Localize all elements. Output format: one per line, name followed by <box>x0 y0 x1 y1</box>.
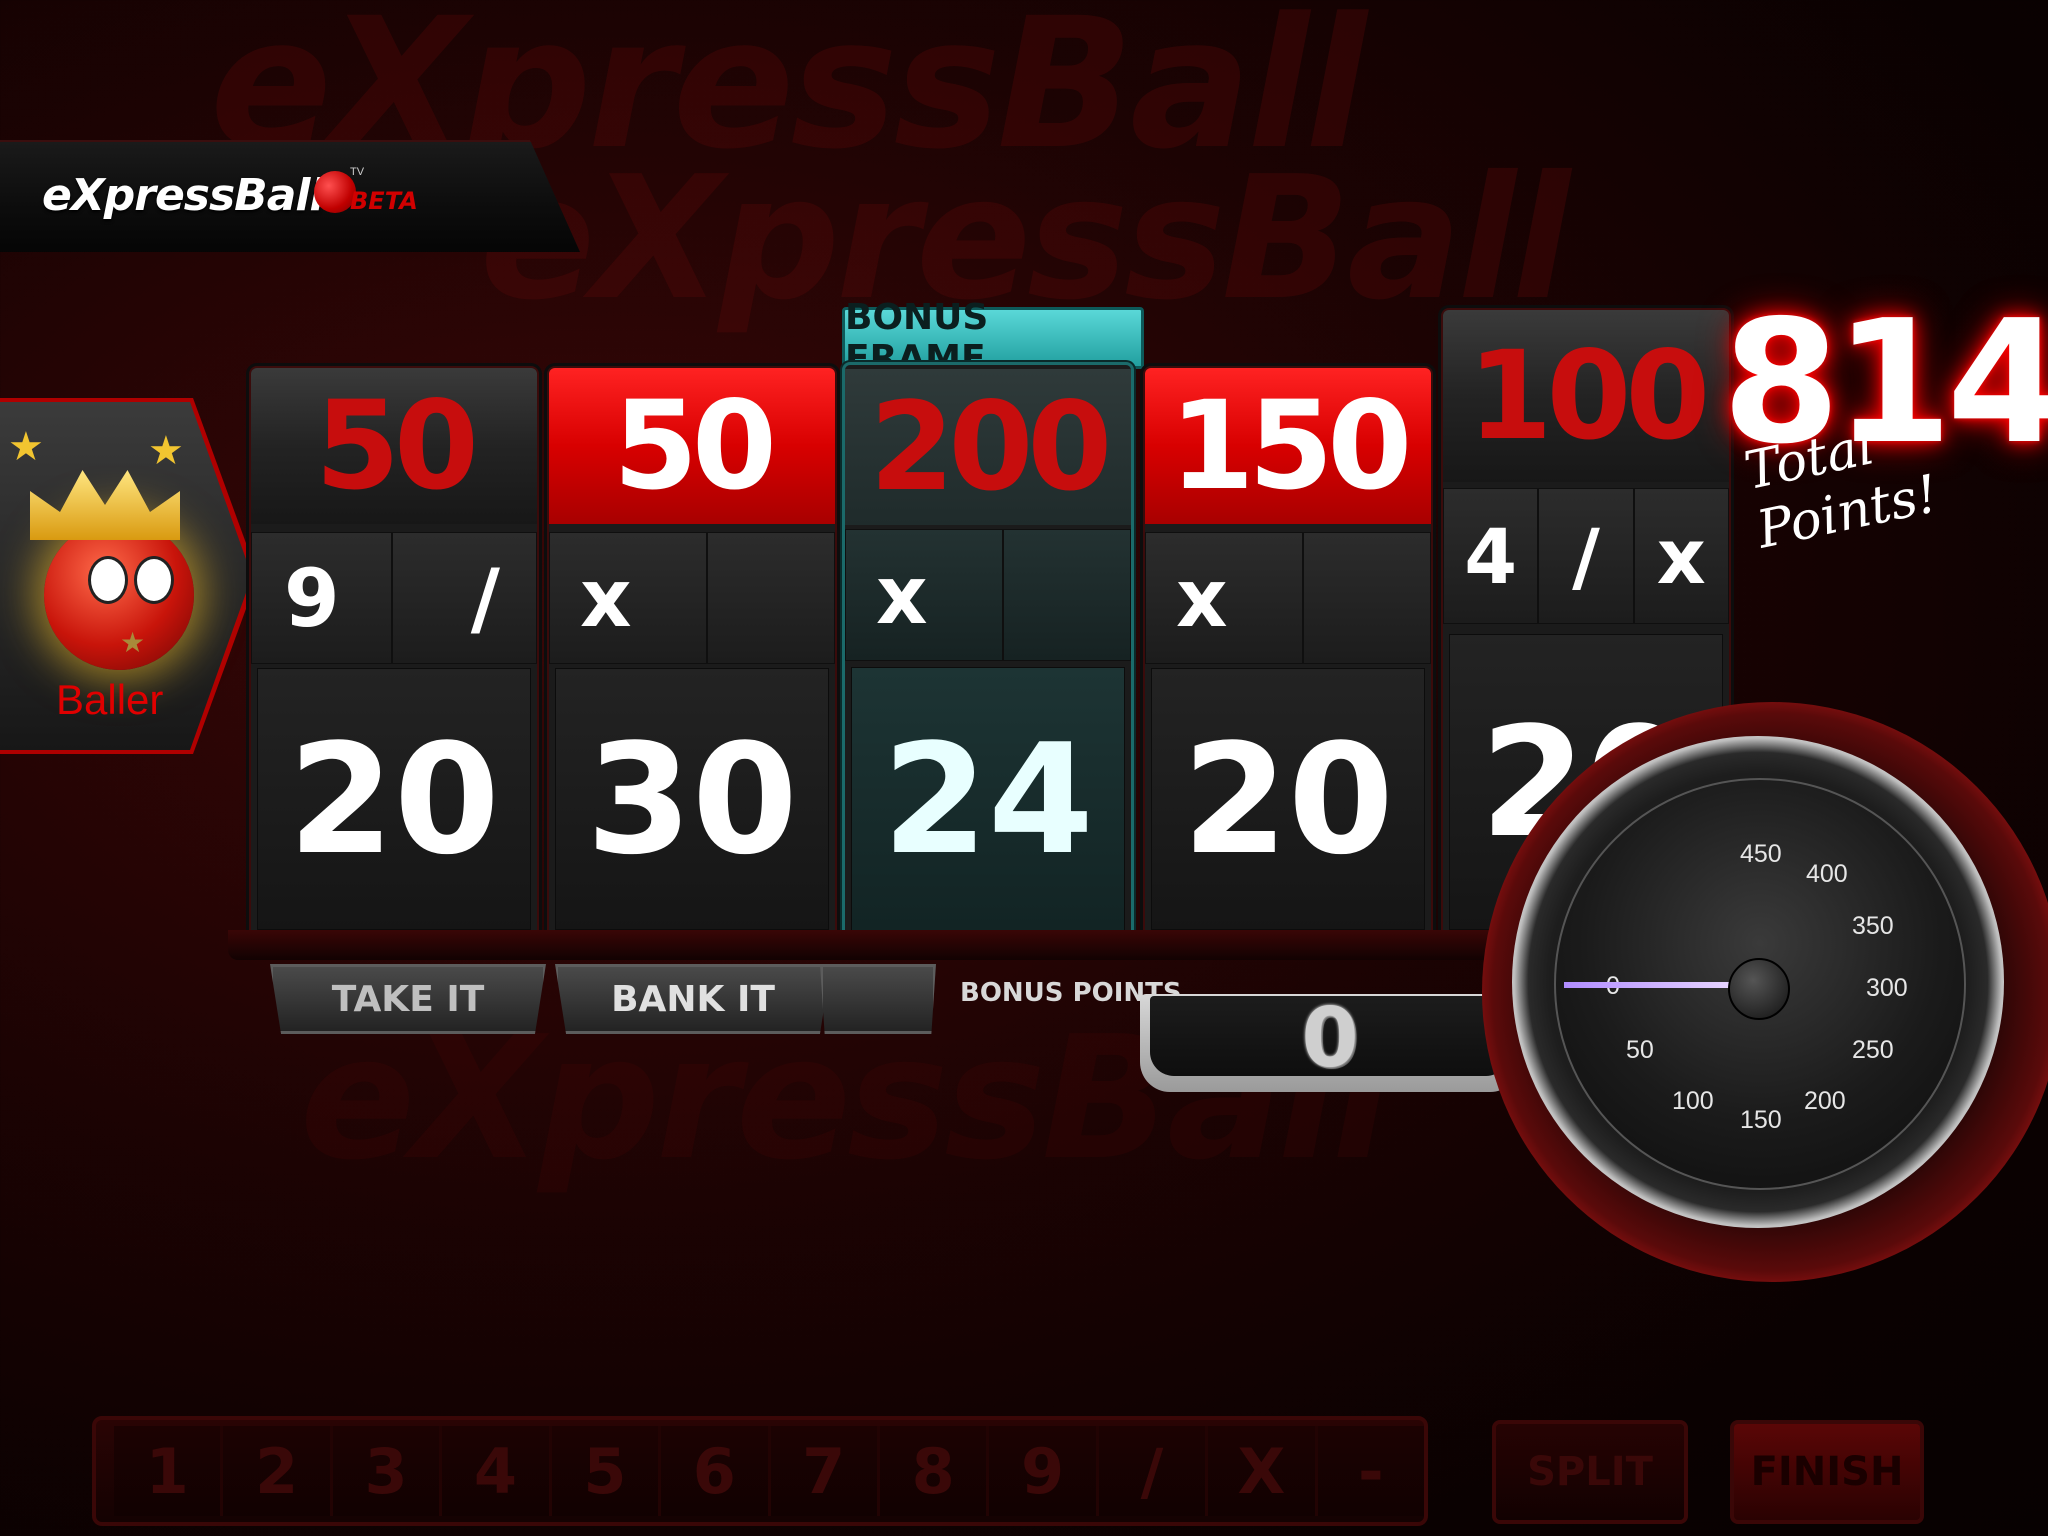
frame-points: 50 <box>251 368 537 524</box>
key-miss[interactable]: - <box>1317 1426 1425 1516</box>
roll-2: / <box>1538 488 1634 624</box>
frame-3-bonus[interactable]: 200 x 24 <box>842 362 1134 942</box>
gauge-tick-label: 250 <box>1852 1036 1894 1064</box>
key-2[interactable]: 2 <box>223 1426 333 1516</box>
blank-action-slot <box>820 964 936 1034</box>
split-button[interactable]: SPLIT <box>1492 1420 1688 1524</box>
logo-tm: TV <box>350 166 365 178</box>
frame-score: 24 <box>851 667 1125 931</box>
roll-3: x <box>1633 488 1729 624</box>
roll-2 <box>1303 532 1431 664</box>
key-1[interactable]: 1 <box>114 1426 224 1516</box>
bonus-frame-tag: BONUS FRAME <box>842 297 1144 379</box>
bank-it-button[interactable]: BANK IT <box>555 964 831 1034</box>
gauge-hub <box>1728 958 1790 1020</box>
roll-1: 4 <box>1443 488 1539 624</box>
frame-score: 20 <box>257 668 531 930</box>
key-3[interactable]: 3 <box>332 1426 443 1516</box>
key-6[interactable]: 6 <box>661 1426 771 1516</box>
keypad: 1 2 3 4 5 6 7 8 9 / X - <box>92 1416 1428 1526</box>
gauge-tick-label: 150 <box>1740 1106 1782 1134</box>
key-5[interactable]: 5 <box>551 1426 662 1516</box>
frame-rolls: 9 / <box>251 532 537 664</box>
gauge-tick-label: 200 <box>1804 1087 1846 1115</box>
frame-2[interactable]: 50 x 30 <box>547 366 837 940</box>
frame-points: 100 <box>1443 310 1729 482</box>
frame-rolls: x <box>1145 532 1431 664</box>
roll-2 <box>707 532 835 664</box>
frame-points: 150 <box>1145 368 1431 524</box>
key-4[interactable]: 4 <box>442 1426 552 1516</box>
star-icon: ★ <box>8 424 44 470</box>
roll-1: 9 <box>251 532 392 664</box>
gauge-tick-label: 50 <box>1626 1036 1654 1064</box>
star-icon: ★ <box>120 626 146 659</box>
roll-2: / <box>392 532 537 664</box>
logo-beta: BETA <box>350 187 418 215</box>
gauge-tick-label: 100 <box>1672 1087 1714 1115</box>
player-name: Baller <box>56 676 164 723</box>
key-spare[interactable]: / <box>1098 1426 1209 1516</box>
roll-1: x <box>1145 532 1303 664</box>
frame-rolls: 4 / x <box>1443 488 1729 624</box>
frame-1[interactable]: 50 9 / 20 <box>249 366 539 940</box>
frame-score: 20 <box>1151 668 1425 930</box>
frame-rolls: x <box>549 532 835 664</box>
gauge-tick-label: 400 <box>1806 860 1848 888</box>
gauge-tick-label: 450 <box>1740 840 1782 868</box>
gauge-tick-label: 350 <box>1852 912 1894 940</box>
frame-points: 50 <box>549 368 835 524</box>
frame-points: 200 <box>845 369 1131 525</box>
take-it-button[interactable]: TAKE IT <box>270 964 546 1034</box>
avatar-left-eye <box>88 556 128 604</box>
bonus-points-value: 0 <box>1301 990 1359 1086</box>
app-logo: eXpressBall <box>42 170 325 221</box>
frame-score: 30 <box>555 668 829 930</box>
frame-4[interactable]: 150 x 20 <box>1143 366 1433 940</box>
avatar-right-eye <box>134 556 174 604</box>
frame-rolls: x <box>845 529 1131 661</box>
roll-2 <box>1003 529 1131 661</box>
star-icon: ★ <box>148 428 184 474</box>
key-8[interactable]: 8 <box>879 1426 990 1516</box>
key-7[interactable]: 7 <box>770 1426 880 1516</box>
key-strike[interactable]: X <box>1208 1426 1318 1516</box>
finish-button[interactable]: FINISH <box>1730 1420 1924 1524</box>
key-9[interactable]: 9 <box>989 1426 1099 1516</box>
roll-1: x <box>845 529 1003 661</box>
gauge-tick-label: 300 <box>1866 974 1908 1002</box>
roll-1: x <box>549 532 707 664</box>
